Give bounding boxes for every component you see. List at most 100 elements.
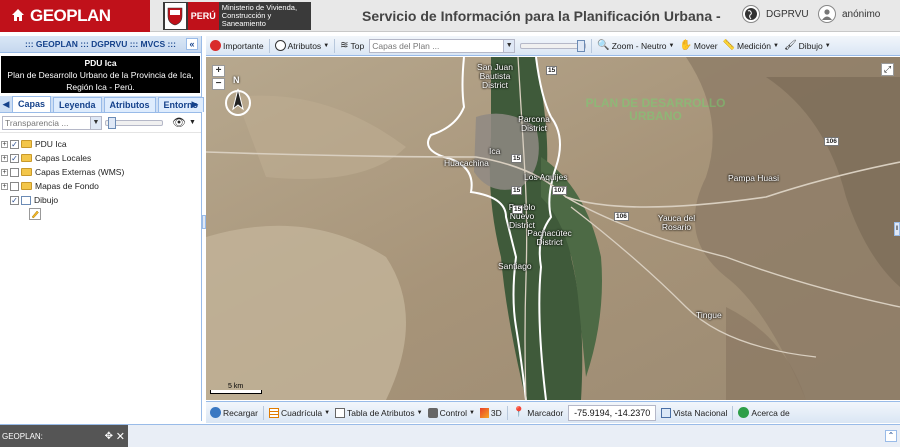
expand-icon[interactable]: +: [1, 182, 8, 190]
control-button[interactable]: Control ▼: [427, 407, 475, 418]
acerca-label: Acerca de: [751, 407, 790, 418]
fullscreen-icon[interactable]: ⤢: [881, 63, 894, 76]
tree-item-capas-locales[interactable]: + ✓ Capas Locales: [1, 151, 201, 165]
edit-pencil-icon[interactable]: [29, 208, 201, 223]
north-label: N: [233, 75, 240, 85]
user-icon[interactable]: [818, 5, 836, 23]
top-label: Top: [350, 40, 365, 51]
status-label: GEOPLAN:: [2, 431, 43, 441]
eye-dropdown-icon[interactable]: ▼: [189, 119, 196, 126]
cuadricula-button[interactable]: Cuadrícula ▼: [268, 407, 330, 418]
table-icon: [335, 407, 346, 418]
tree-item-pdu-ica[interactable]: + ✓ PDU Ica: [1, 137, 201, 151]
chevron-down-icon: ▼: [323, 42, 330, 49]
map-view[interactable]: PLAN DE DESARROLLO URBANO San Juan Bauti…: [206, 57, 900, 400]
control-icon: [427, 407, 438, 418]
close-icon[interactable]: ✕: [116, 430, 125, 443]
map-label-los-aquijes: Los Aquijes: [524, 172, 568, 182]
recargar-button[interactable]: Recargar: [210, 407, 258, 418]
dibujo-label: Dibujo: [798, 40, 823, 51]
tab-leyenda[interactable]: Leyenda: [53, 97, 102, 112]
separator: [268, 38, 270, 53]
tab-capas[interactable]: Capas: [12, 96, 52, 112]
layer-opacity-slider[interactable]: [520, 39, 587, 52]
globe-icon[interactable]: [742, 5, 760, 23]
map-label-tingue: Tingue: [696, 310, 722, 320]
expand-icon[interactable]: +: [1, 168, 8, 176]
road-shield: 106: [824, 137, 839, 146]
chevron-down-icon: ▼: [773, 42, 779, 49]
checkbox-checked[interactable]: ✓: [10, 139, 19, 149]
checkbox-unchecked[interactable]: [10, 167, 19, 177]
3d-button[interactable]: 3D: [479, 407, 502, 418]
acerca-button[interactable]: Acerca de: [738, 407, 790, 418]
zoom-label: Zoom - Neutro: [611, 40, 667, 51]
vista-nacional-label: Vista Nacional: [673, 407, 728, 418]
transparency-row: Transparencia ... ▼ 👁 ▼: [0, 113, 201, 133]
tab-scroll-left-icon[interactable]: ◀: [1, 97, 11, 111]
about-icon: [738, 407, 750, 418]
3d-label: 3D: [490, 407, 502, 418]
checkbox-checked[interactable]: ✓: [10, 195, 19, 205]
layer-select[interactable]: Capas del Plan ... ▼: [369, 38, 516, 53]
tab-atributos[interactable]: Atributos: [103, 97, 156, 112]
org-area[interactable]: DGPRVU: [742, 5, 809, 23]
vista-nacional-button[interactable]: Vista Nacional: [661, 407, 728, 418]
left-panel: ::: GEOPLAN ::: DGPRVU ::: MVCS ::: « PD…: [0, 36, 205, 421]
tabla-button[interactable]: Tabla de Atributos ▼: [335, 407, 423, 418]
home-icon[interactable]: [11, 8, 25, 22]
chevron-down-icon[interactable]: ▼: [503, 39, 515, 52]
checkbox-unchecked[interactable]: [10, 181, 19, 191]
move-icon[interactable]: ✥: [105, 431, 113, 442]
left-tabs: ◀ Capas Leyenda Atributos Entorno ▶: [0, 96, 205, 113]
tabla-label: Tabla de Atributos: [347, 407, 415, 418]
mover-button[interactable]: ✋ Mover: [679, 40, 717, 51]
left-panel-title-text: ::: GEOPLAN ::: DGPRVU ::: MVCS :::: [25, 39, 176, 49]
eye-icon[interactable]: 👁: [172, 116, 186, 129]
importante-button[interactable]: Importante: [210, 40, 264, 51]
chevron-down-icon: ▼: [468, 409, 475, 416]
control-label: Control: [439, 407, 467, 418]
marcador-button[interactable]: 📍 Marcador: [513, 407, 563, 418]
separator: [732, 405, 734, 420]
top-button[interactable]: ≋ Top: [340, 40, 364, 51]
zoom-button[interactable]: 🔍 Zoom - Neutro ▼: [597, 40, 674, 51]
marker-icon: 📍: [512, 407, 526, 418]
map-label-pampa-huasi: Pampa Huasi: [728, 173, 780, 183]
scale-bar: 5 km: [210, 383, 262, 394]
map-toolbar: Importante Atributos ▼ ≋ Top Capas del P…: [206, 36, 900, 56]
map-label-santiago: Santiago: [498, 261, 532, 271]
mover-label: Mover: [693, 40, 718, 51]
medicion-label: Medición: [736, 40, 772, 51]
scale-label: 5 km: [228, 383, 244, 390]
tab-scroll-right-icon[interactable]: ▶: [190, 97, 200, 111]
chevron-down-icon: ▼: [824, 42, 831, 49]
expand-icon[interactable]: +: [1, 154, 8, 162]
checkbox-checked[interactable]: ✓: [10, 153, 19, 163]
map-right-splitter[interactable]: ‖: [894, 222, 900, 236]
user-area[interactable]: anónimo: [818, 5, 880, 23]
collapse-panel-button[interactable]: «: [186, 38, 198, 50]
chevron-down-icon[interactable]: ▼: [90, 116, 101, 129]
slider-thumb[interactable]: [108, 116, 116, 129]
expand-up-icon[interactable]: ⌃: [885, 430, 897, 442]
tree-item-mapas-de-fondo[interactable]: + Mapas de Fondo: [1, 179, 201, 193]
left-panel-title: ::: GEOPLAN ::: DGPRVU ::: MVCS ::: «: [0, 36, 201, 53]
geoplan-brand[interactable]: GEOPLAN: [0, 0, 150, 32]
tree-item-dibujo[interactable]: ✓ Dibujo: [1, 193, 201, 207]
medicion-button[interactable]: 📏 Medición ▼: [723, 40, 779, 51]
atributos-button[interactable]: Atributos ▼: [274, 40, 330, 51]
road-shield: 107: [552, 186, 567, 195]
status-panel[interactable]: GEOPLAN: ✥ ✕: [0, 425, 128, 447]
dibujo-button[interactable]: 🖌 Dibujo ▼: [784, 40, 831, 51]
expand-icon[interactable]: +: [1, 140, 8, 148]
chevron-down-icon: ▼: [668, 42, 675, 49]
road-shield: 106: [614, 212, 629, 221]
folder-icon: [21, 140, 32, 148]
slider-thumb[interactable]: [577, 39, 586, 52]
transparency-slider[interactable]: [105, 116, 163, 129]
transparency-combo[interactable]: Transparencia ... ▼: [2, 115, 102, 130]
map-label-pachacutec: Pachacútec District: [527, 228, 572, 247]
tree-item-capas-externas[interactable]: + Capas Externas (WMS): [1, 165, 201, 179]
plan-title: PDU Ica: [84, 58, 117, 68]
